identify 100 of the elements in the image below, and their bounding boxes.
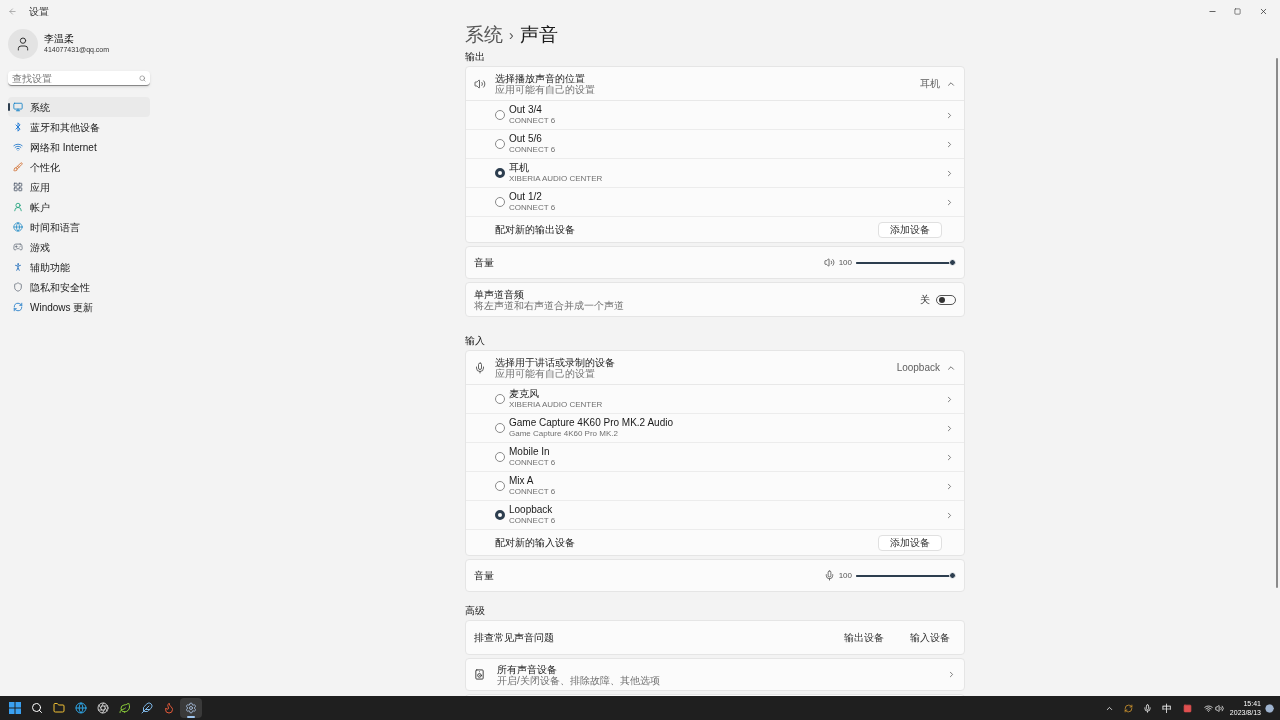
nav-item[interactable]: 帐户 [8, 197, 150, 217]
troubleshoot-button[interactable]: 输入设备 [910, 630, 950, 645]
add-device-button[interactable]: 添加设备 [878, 221, 942, 238]
radio-button[interactable] [495, 452, 505, 462]
device-name: 耳机 [509, 162, 530, 173]
windows-logo-icon [9, 702, 21, 714]
radio-button[interactable] [495, 510, 505, 520]
speaker-icon [474, 669, 485, 680]
device-detail: CONNECT 6 [509, 115, 557, 126]
chevron-icon [945, 139, 954, 149]
microphone-icon[interactable] [1142, 703, 1152, 713]
microphone-icon [474, 361, 486, 374]
device-row[interactable]: Game Capture 4K60 Pro MK.2 Audio Game Capture 4K60 Pro MK.2 [466, 414, 964, 443]
chevron-icon [947, 670, 956, 679]
nav-icon [13, 222, 23, 232]
device-row[interactable]: 麦克风 XIBERIA AUDIO CENTER [466, 385, 964, 414]
volume-reading: 100 [838, 569, 852, 582]
chevron-icon [945, 423, 954, 433]
nav-icon [13, 162, 23, 172]
nav-icon [13, 302, 23, 312]
sync-icon[interactable] [1123, 703, 1133, 713]
radio-button[interactable] [495, 481, 505, 491]
radio-button[interactable] [495, 139, 505, 149]
radio-button[interactable] [495, 197, 505, 207]
close-icon[interactable] [1259, 6, 1268, 16]
radio-button[interactable] [495, 423, 505, 433]
chevron-icon [945, 510, 954, 520]
device-row[interactable]: 耳机 XIBERIA AUDIO CENTER [466, 159, 964, 188]
device-detail: Game Capture 4K60 Pro MK.2 [509, 428, 619, 439]
troubleshoot-button[interactable]: 输出设备 [844, 630, 884, 645]
all-devices-card[interactable]: 所有声音设备 开启/关闭设备、排除故障、其他选项 [465, 658, 965, 691]
device-selector[interactable]: 选择播放声音的位置 应用可能有自己的设置 耳机 [466, 67, 964, 101]
radio-button[interactable] [495, 168, 505, 178]
device-name: Mix A [509, 475, 535, 486]
setting-title: 排查常见声音问题 [474, 631, 555, 645]
device-name: 麦克风 [509, 388, 540, 399]
chevron-icon [945, 197, 954, 207]
setting-title: 单声道音频 [474, 288, 524, 300]
nav-item[interactable]: 系统 [8, 97, 150, 117]
volume-slider[interactable] [856, 571, 956, 580]
device-row[interactable]: Out 3/4 CONNECT 6 [466, 101, 964, 130]
device-detail: CONNECT 6 [509, 486, 557, 497]
breadcrumb-parent[interactable]: 系统 [465, 22, 503, 50]
maximize-icon[interactable] [1234, 7, 1241, 15]
nav-item[interactable]: Windows 更新 [8, 297, 150, 317]
section-heading: 高级 [465, 604, 486, 618]
input-method[interactable]: 中 [1161, 700, 1172, 716]
device-name: Out 1/2 [509, 191, 543, 202]
device-detail: XIBERIA AUDIO CENTER [509, 399, 604, 410]
nav-item[interactable]: 游戏 [8, 237, 150, 257]
tray-app-icon[interactable] [1182, 703, 1192, 713]
microphone-icon [823, 570, 835, 581]
window-title: 设置 [29, 4, 50, 19]
device-row[interactable]: Mix A CONNECT 6 [466, 472, 964, 501]
selector-subtitle: 应用可能有自己的设置 [495, 83, 596, 95]
selected-device: 耳机 [920, 77, 940, 91]
nav-icon [13, 142, 23, 152]
device-row[interactable]: Out 1/2 CONNECT 6 [466, 188, 964, 217]
setting-subtitle: 将左声道和右声道合并成一个声道 [474, 299, 625, 311]
nav-item[interactable]: 蓝牙和其他设备 [8, 117, 150, 137]
pair-label: 配对新的输入设备 [495, 536, 576, 550]
nav-icon [13, 102, 23, 112]
speaker-icon[interactable] [1214, 703, 1224, 713]
app-icon [163, 702, 175, 714]
selector-title: 选择用于讲话或录制的设备 [495, 356, 616, 368]
search-field[interactable]: 查找设置 [8, 71, 150, 86]
breadcrumb-separator: › [509, 25, 514, 45]
user-icon [15, 36, 31, 52]
taskbar-app[interactable] [180, 698, 202, 718]
wifi-icon[interactable] [1203, 703, 1213, 713]
notification-icon[interactable] [1265, 703, 1274, 713]
chevron-icon [945, 168, 954, 178]
app-icon [185, 702, 197, 714]
chevron-icon [945, 110, 954, 120]
device-selector[interactable]: 选择用于讲话或录制的设备 应用可能有自己的设置 Loopback [466, 351, 964, 385]
device-row[interactable]: Loopback CONNECT 6 [466, 501, 964, 530]
volume-slider[interactable] [856, 258, 956, 267]
device-row[interactable]: Mobile In CONNECT 6 [466, 443, 964, 472]
nav-item[interactable]: 时间和语言 [8, 217, 150, 237]
radio-button[interactable] [495, 394, 505, 404]
radio-button[interactable] [495, 110, 505, 120]
selector-title: 选择播放声音的位置 [495, 72, 586, 84]
device-detail: CONNECT 6 [509, 457, 557, 468]
nav-item[interactable]: 网络和 Internet [8, 137, 150, 157]
device-detail: CONNECT 6 [509, 202, 557, 213]
app-icon [31, 702, 43, 714]
device-row[interactable]: Out 5/6 CONNECT 6 [466, 130, 964, 159]
volume-label: 音量 [474, 256, 495, 270]
nav-item[interactable]: 辅助功能 [8, 257, 150, 277]
nav-item[interactable]: 个性化 [8, 157, 150, 177]
app-icon [75, 702, 87, 714]
toggle-state: 关 [920, 293, 930, 307]
section-heading: 输出 [465, 50, 486, 64]
scrollbar[interactable] [1276, 58, 1278, 588]
nav-icon [13, 262, 23, 272]
selector-subtitle: 应用可能有自己的设置 [495, 367, 595, 379]
nav-icon [13, 182, 23, 192]
add-device-button[interactable]: 添加设备 [878, 534, 942, 551]
nav-item[interactable]: 应用 [8, 177, 150, 197]
nav-item[interactable]: 隐私和安全性 [8, 277, 150, 297]
